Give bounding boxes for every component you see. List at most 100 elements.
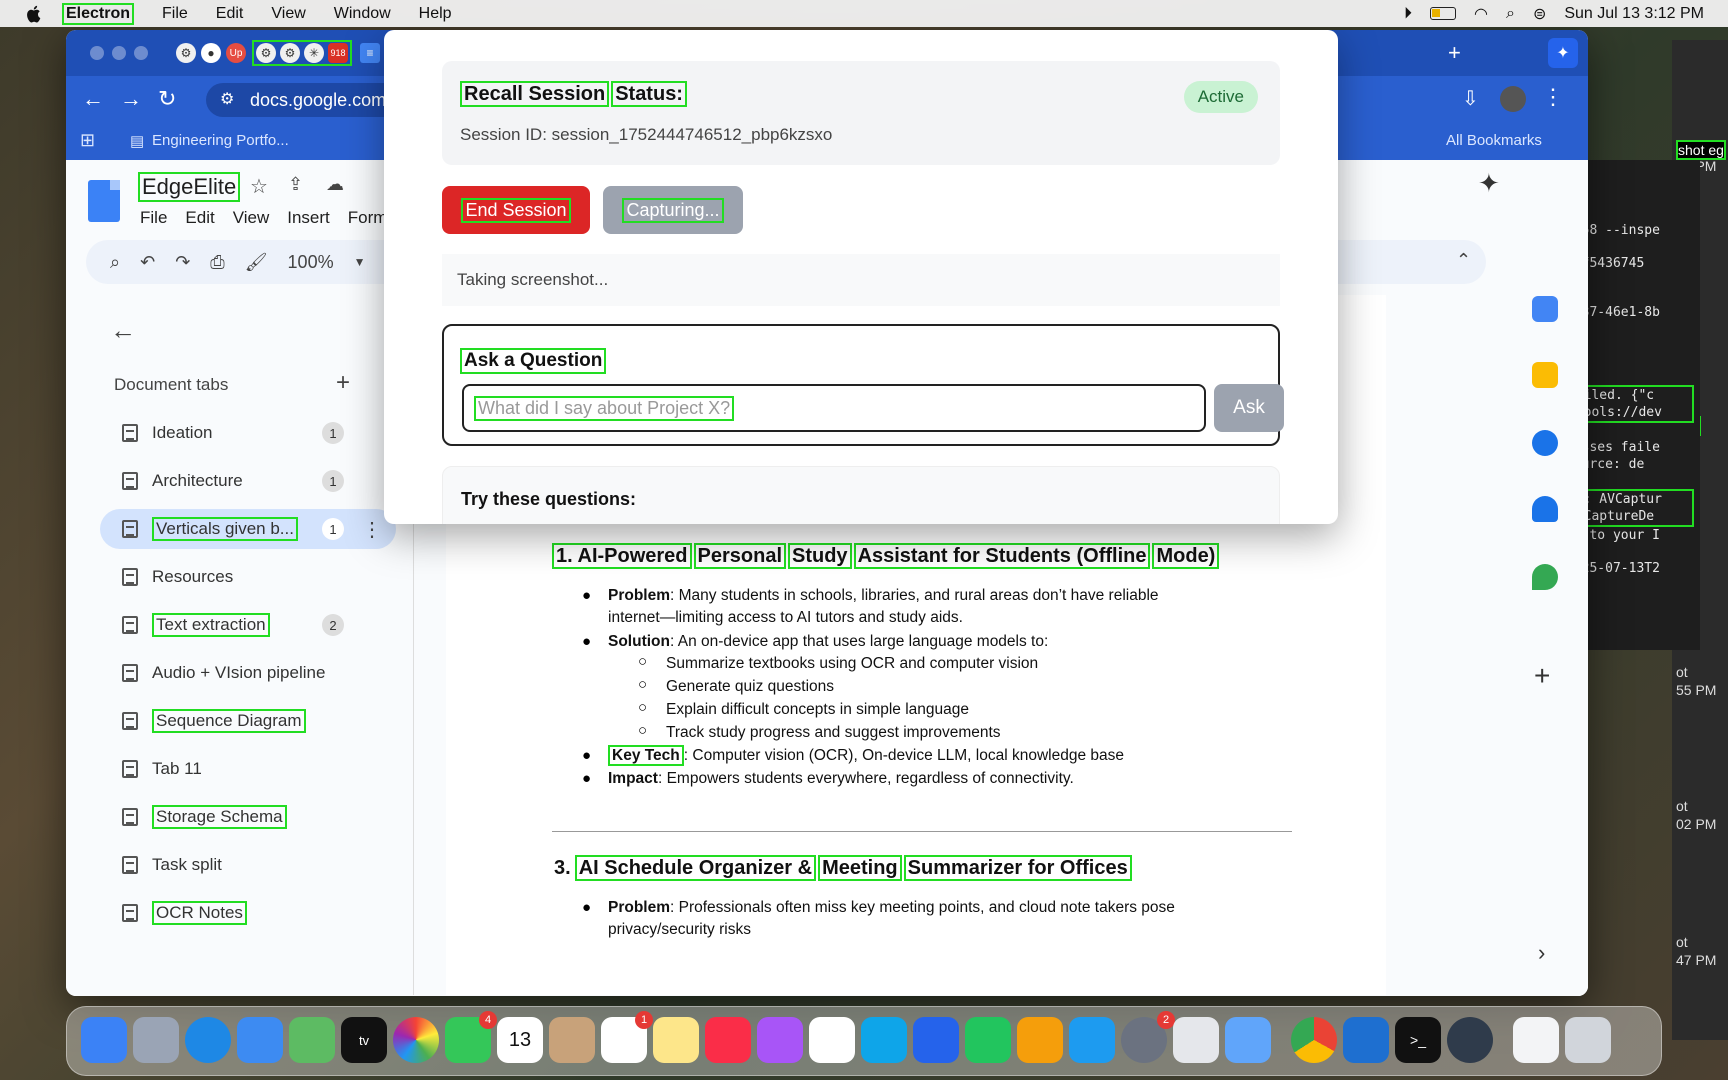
calendar-app-icon[interactable]: 13 [497, 1017, 543, 1063]
move-icon[interactable]: ⇪ [288, 174, 303, 195]
download-icon[interactable]: ⇩ [1462, 86, 1479, 111]
iphone-mirroring-icon[interactable] [1225, 1017, 1271, 1063]
preview-icon[interactable] [1173, 1017, 1219, 1063]
menu-view[interactable]: View [271, 5, 305, 23]
upwork-tab-icon[interactable]: Up [226, 43, 246, 63]
add-tab-icon[interactable]: + [336, 369, 350, 397]
menu-edit[interactable]: Edit [216, 5, 244, 23]
chevron-up-icon[interactable]: ⌃ [1456, 250, 1471, 271]
cloud-status-icon[interactable]: ☁ [326, 174, 344, 195]
site-info-icon[interactable]: ⚙ [220, 89, 234, 109]
mail-icon[interactable] [237, 1017, 283, 1063]
question-input[interactable]: What did I say about Project X? [462, 384, 1206, 432]
search-menus-icon[interactable]: ⌕ [110, 252, 120, 273]
address-bar[interactable]: ⚙ docs.google.com [206, 83, 406, 117]
star-icon[interactable]: ☆ [250, 174, 268, 199]
openai-tab-icon[interactable]: ⚙ [280, 43, 300, 63]
arduino-icon[interactable] [861, 1017, 907, 1063]
contacts-app-icon[interactable] [549, 1017, 595, 1063]
trash-icon[interactable] [1565, 1017, 1611, 1063]
docs-menu-file[interactable]: File [140, 208, 167, 228]
docs-tab-icon[interactable]: ≡ [360, 43, 380, 63]
documents-folder-icon[interactable] [1513, 1017, 1559, 1063]
doc-tab-text-extraction[interactable]: Text extraction 2 [100, 605, 396, 645]
capturing-button[interactable]: Capturing... [603, 186, 743, 234]
doc-tab-ocr-notes[interactable]: OCR Notes [100, 893, 396, 933]
chrome-icon[interactable] [1291, 1017, 1337, 1063]
perplexity-tab-icon[interactable]: ✳ [304, 43, 324, 63]
apple-tv-icon[interactable]: tv [341, 1017, 387, 1063]
battery-icon[interactable] [1430, 7, 1457, 20]
podcasts-icon[interactable] [757, 1017, 803, 1063]
github-tab-icon[interactable]: ● [201, 43, 221, 63]
back-icon[interactable]: ← [82, 86, 104, 112]
menu-window[interactable]: Window [334, 5, 391, 23]
gemini-sparkle-icon[interactable]: ✦ [1478, 168, 1500, 199]
docs-menu-insert[interactable]: Insert [287, 208, 330, 228]
photos-icon[interactable] [393, 1017, 439, 1063]
maps-icon[interactable] [1532, 564, 1558, 590]
apps-grid-icon[interactable]: ⊞ [80, 130, 95, 151]
keynote-icon[interactable] [913, 1017, 959, 1063]
doc-tab-11[interactable]: Tab 11 [100, 749, 396, 789]
menu-help[interactable]: Help [419, 5, 452, 23]
menu-app-electron[interactable]: Electron [62, 2, 135, 25]
print-icon[interactable]: ⎙ [210, 252, 224, 273]
pages-icon[interactable] [1017, 1017, 1063, 1063]
chevron-down-icon[interactable]: ▼ [354, 255, 366, 269]
doc-tab-audio-vision[interactable]: Audio + VIsion pipeline [100, 653, 396, 693]
redo-icon[interactable]: ↷ [175, 252, 190, 273]
music-icon[interactable] [705, 1017, 751, 1063]
chrome-menu-icon[interactable]: ⋮ [1542, 84, 1564, 110]
openai-tab-icon[interactable]: ⚙ [256, 43, 276, 63]
close-window-button[interactable] [90, 46, 104, 60]
zoom-select[interactable]: 100% [288, 252, 334, 273]
doc-tab-resources[interactable]: Resources [100, 557, 396, 597]
doc-tab-sequence-diagram[interactable]: Sequence Diagram [100, 701, 396, 741]
doc-tab-verticals[interactable]: Verticals given b... 1 ⋮ [100, 509, 396, 549]
vscode-icon[interactable] [1343, 1017, 1389, 1063]
add-addon-icon[interactable]: + [1534, 660, 1550, 692]
calendar-icon[interactable] [1532, 296, 1558, 322]
openai-tab-icon[interactable]: ⚙ [176, 43, 196, 63]
zoom-window-button[interactable] [134, 46, 148, 60]
wifi-icon[interactable]: ◠ [1474, 4, 1488, 24]
docs-menu-format[interactable]: Form [348, 208, 388, 228]
bookmark-folder-icon[interactable]: ▤ [130, 132, 144, 150]
document-title[interactable]: EdgeElite [138, 172, 241, 202]
docs-menu-edit[interactable]: Edit [185, 208, 214, 228]
docs-menu-view[interactable]: View [233, 208, 270, 228]
news-icon[interactable] [809, 1017, 855, 1063]
terminal-icon[interactable]: >_ [1395, 1017, 1441, 1063]
electron-icon[interactable] [1447, 1017, 1493, 1063]
new-tab-icon[interactable]: + [1448, 40, 1461, 66]
all-bookmarks-link[interactable]: All Bookmarks [1446, 132, 1542, 149]
finder-icon[interactable] [81, 1017, 127, 1063]
maps-app-icon[interactable] [289, 1017, 335, 1063]
gemini-icon[interactable]: ✦ [1548, 38, 1578, 68]
menu-clock[interactable]: Sun Jul 13 3:12 PM [1564, 5, 1704, 23]
paint-format-icon[interactable]: 🖌 [245, 252, 268, 273]
doc-tab-architecture[interactable]: Architecture 1 [100, 461, 396, 501]
app-store-icon[interactable] [1069, 1017, 1115, 1063]
end-session-button[interactable]: End Session [442, 186, 590, 234]
tab-options-icon[interactable]: ⋮ [362, 517, 382, 542]
control-center-icon[interactable]: ⊜ [1533, 4, 1546, 24]
notes-icon[interactable] [653, 1017, 699, 1063]
reload-icon[interactable]: ↻ [158, 86, 176, 112]
back-arrow-icon[interactable]: ← [110, 315, 136, 346]
chevron-right-icon[interactable]: › [1538, 940, 1545, 966]
gmail-tab-icon[interactable]: 918 [328, 43, 348, 63]
safari-icon[interactable] [185, 1017, 231, 1063]
profile-avatar[interactable] [1500, 86, 1526, 112]
doc-tab-storage-schema[interactable]: Storage Schema [100, 797, 396, 837]
launchpad-icon[interactable] [133, 1017, 179, 1063]
numbers-icon[interactable] [965, 1017, 1011, 1063]
menu-file[interactable]: File [162, 5, 188, 23]
apple-icon[interactable] [24, 4, 44, 24]
media-play-icon[interactable]: ⏵ [1404, 5, 1412, 23]
minimize-window-button[interactable] [112, 46, 126, 60]
doc-tab-ideation[interactable]: Ideation 1 [100, 413, 396, 453]
keep-icon[interactable] [1532, 362, 1558, 388]
docs-logo-icon[interactable] [88, 180, 120, 222]
